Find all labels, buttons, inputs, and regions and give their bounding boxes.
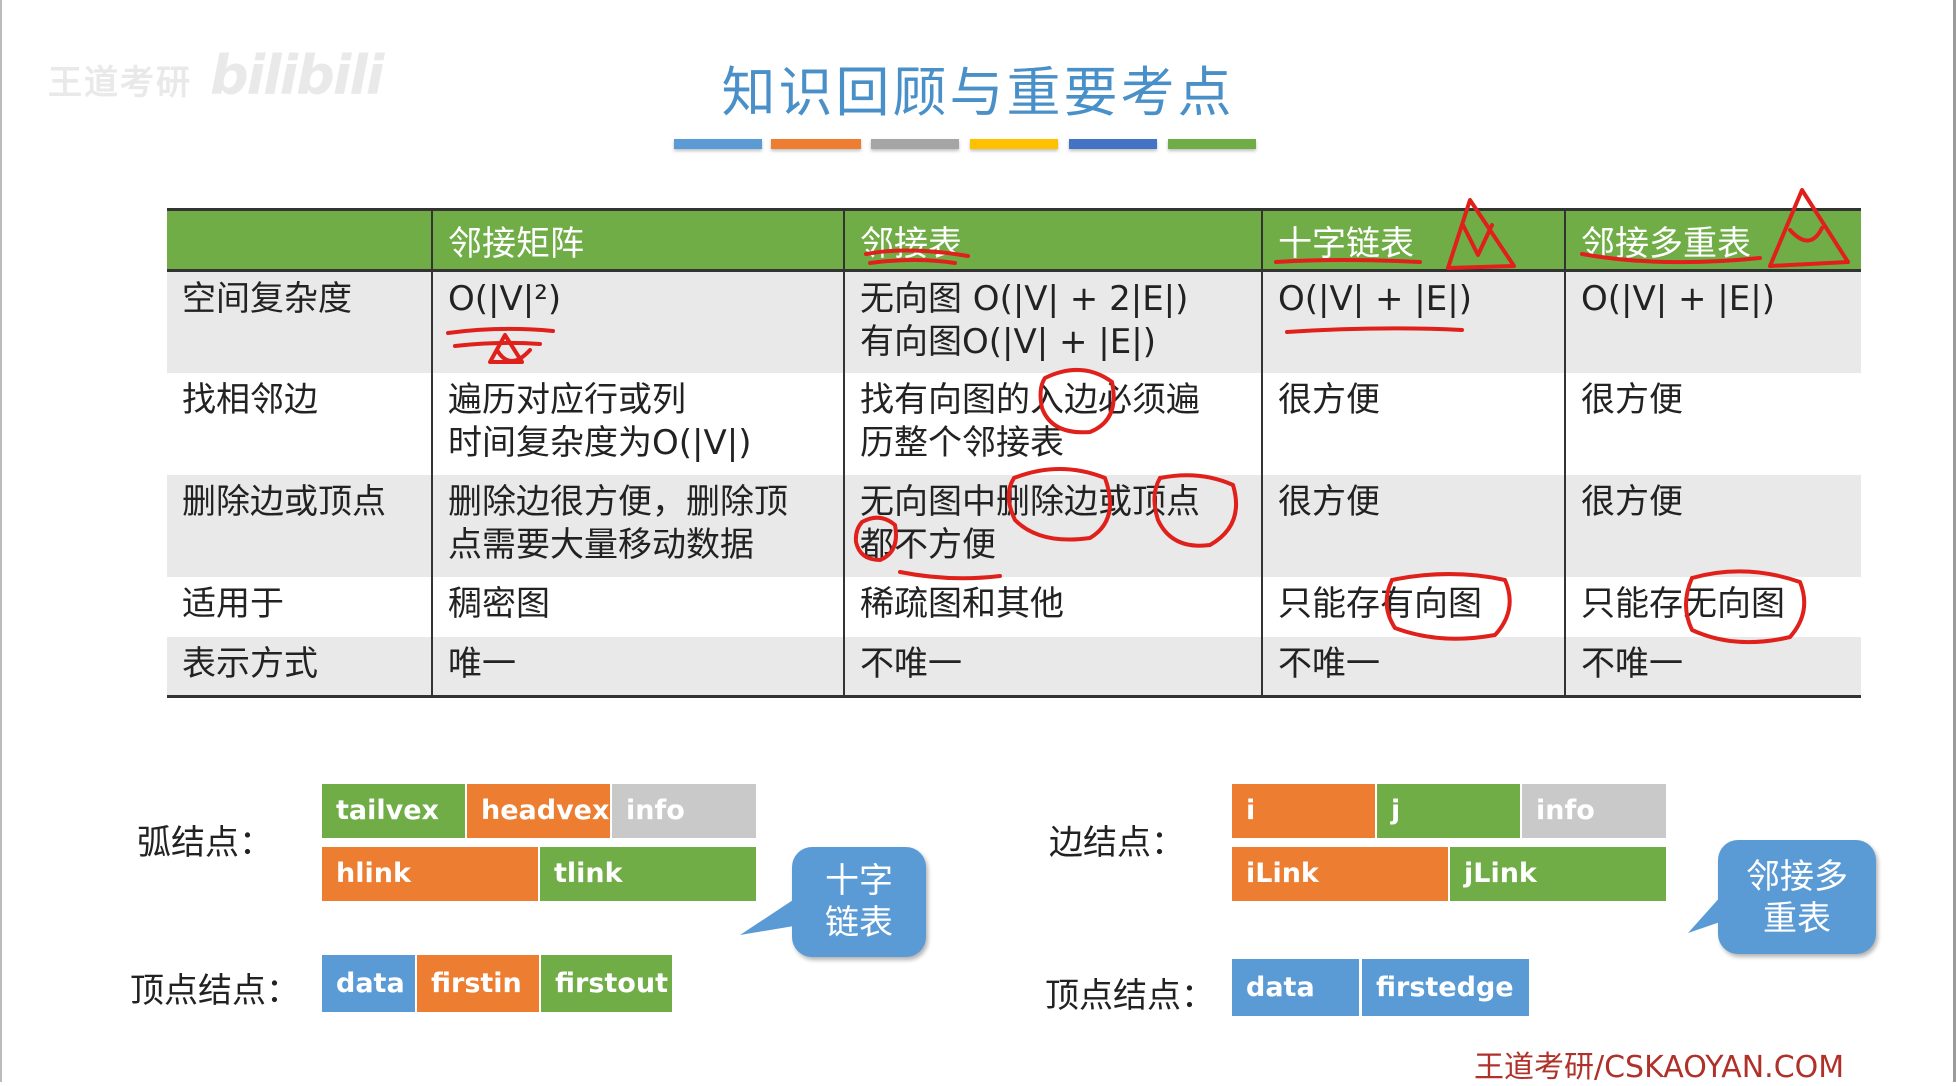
cell-text: 很方便 [1581, 481, 1683, 522]
cell-text: 很方便 [1278, 481, 1380, 522]
cell-text: O(|V|²) [448, 279, 562, 319]
cell-text: O(|V| + |E|) [1278, 279, 1472, 319]
cell-text: 稀疏图和其他 [860, 583, 1064, 624]
field-data: data [1232, 959, 1359, 1016]
table-cell: 不唯一 [843, 636, 1262, 698]
table-cell: 删除边很方便，删除顶 点需要大量移动数据 [431, 474, 844, 577]
header-orthogonal-list: 十字链表 [1261, 208, 1565, 272]
cell-text: 历整个邻接表 [860, 422, 1064, 463]
table-cell: 很方便 [1564, 474, 1861, 577]
cell-text: 稠密图 [448, 583, 550, 624]
table-cell: 无向图 O(|V| + 2|E|) 有向图O(|V| + |E|) [843, 270, 1262, 373]
color-bar-segment [970, 139, 1058, 149]
slide: 王道考研 bilibili 知识回顾与重要考点 邻接矩阵 邻接表 十字链表 邻接多… [0, 0, 1956, 1085]
table-row-find-adjacent-edges: 找相邻边 遍历对应行或列 时间复杂度为O(|V|) 找有向图的入边必须遍 历整个邻接… [167, 372, 1861, 475]
callout-line: 链表 [825, 903, 893, 943]
table-cell: 无向图中删除边或顶点 都不方便 [843, 474, 1262, 577]
table-cell: 找有向图的入边必须遍 历整个邻接表 [843, 372, 1262, 475]
comparison-table: 邻接矩阵 邻接表 十字链表 邻接多重表 空间复杂度 O(|V|²) 无向图 O(… [167, 208, 1861, 698]
cell-text: 无向图 O(|V| + 2|E|) [860, 279, 1189, 319]
callout-cross-list: 十字 链表 [792, 847, 926, 957]
field-jlink: jLink [1450, 847, 1666, 901]
table-cell: O(|V|²) [431, 270, 844, 373]
callout-line: 邻接多 [1746, 857, 1848, 897]
vertex-node-label: 顶点结点： [1045, 976, 1215, 1016]
field-info: info [1522, 784, 1666, 838]
table-cell: 很方便 [1261, 372, 1565, 475]
callout-line: 重表 [1763, 899, 1831, 939]
field-data: data [322, 955, 415, 1012]
row-label: 删除边或顶点 [167, 474, 432, 577]
color-bar-segment [674, 139, 762, 149]
header-adjacency-matrix: 邻接矩阵 [431, 208, 844, 272]
color-bar-segment [1069, 139, 1157, 149]
cell-text: 找有向图的入边必须遍 [860, 379, 1200, 420]
field-headvex: headvex [467, 784, 610, 838]
table-cell: 只能存无向图 [1564, 576, 1861, 637]
field-ilink: iLink [1232, 847, 1448, 901]
row-label: 空间复杂度 [167, 270, 432, 373]
header-adjacency-multilist: 邻接多重表 [1564, 208, 1861, 272]
row-label: 表示方式 [167, 636, 432, 698]
cell-text: 删除边很方便，删除顶 [448, 481, 788, 522]
field-i: i [1232, 784, 1375, 838]
cell-text: O(|V| + |E|) [1581, 279, 1775, 319]
cell-text: 很方便 [1581, 379, 1683, 420]
field-firstedge: firstedge [1362, 959, 1529, 1016]
arc-node-label: 弧结点： [137, 823, 273, 863]
row-label: 找相邻边 [182, 379, 318, 420]
header-cell-blank [167, 208, 432, 272]
field-tlink: tlink [540, 847, 756, 901]
edge-node-label: 边结点： [1049, 823, 1185, 863]
page-title: 知识回顾与重要考点 [721, 61, 1235, 124]
field-tailvex: tailvex [322, 784, 465, 838]
cell-text: 不唯一 [1278, 643, 1380, 684]
table-row-suitable-for: 适用于 稠密图 稀疏图和其他 只能存有向图 只能存无向图 [167, 576, 1861, 637]
table-cell: 稀疏图和其他 [843, 576, 1262, 637]
color-bar-segment [1168, 139, 1256, 149]
color-bar-segment [771, 139, 861, 149]
cell-text: 无向图中删除边或顶点 [860, 481, 1200, 522]
table-row-delete-edge-vertex: 删除边或顶点 删除边很方便，删除顶 点需要大量移动数据 无向图中删除边或顶点 都不方… [167, 474, 1861, 577]
field-firstin: firstin [417, 955, 539, 1012]
field-info: info [612, 784, 756, 838]
vertex-node-label: 顶点结点： [130, 971, 300, 1011]
table-cell: 不唯一 [1261, 636, 1565, 698]
color-bar-segment [871, 139, 959, 149]
cell-text: 只能存有向图 [1278, 583, 1482, 624]
field-j: j [1377, 784, 1520, 838]
cell-text: 不唯一 [1581, 643, 1683, 684]
table-cell: 只能存有向图 [1261, 576, 1565, 637]
callout-tail-cross-list [740, 898, 800, 935]
field-firstout: firstout [541, 955, 672, 1012]
table-cell: 很方便 [1564, 372, 1861, 475]
cell-text: 点需要大量移动数据 [448, 524, 754, 565]
field-hlink: hlink [322, 847, 538, 901]
table-cell: O(|V| + |E|) [1564, 270, 1861, 373]
cell-text: 唯一 [448, 643, 516, 684]
callout-line: 十字 [825, 861, 893, 901]
table-cell: 很方便 [1261, 474, 1565, 577]
table-row-space-complexity: 空间复杂度 O(|V|²) 无向图 O(|V| + 2|E|) 有向图O(|V| … [167, 270, 1861, 373]
table-cell: 遍历对应行或列 时间复杂度为O(|V|) [431, 372, 844, 475]
table-cell: O(|V| + |E|) [1261, 270, 1565, 373]
table-row-representation: 表示方式 唯一 不唯一 不唯一 不唯一 [167, 636, 1861, 698]
table-cell: 唯一 [431, 636, 844, 698]
cell-text: 不唯一 [860, 643, 962, 684]
cell-text: 遍历对应行或列 [448, 379, 686, 420]
cell-text: 都不方便 [860, 524, 996, 565]
cell-text: 时间复杂度为O(|V|) [448, 422, 752, 463]
table-cell: 不唯一 [1564, 636, 1861, 698]
cell-text: 有向图O(|V| + |E|) [860, 322, 1156, 362]
table-cell: 稠密图 [431, 576, 844, 637]
footer-brand: 王道考研/CSKAOYAN.COM [1474, 1050, 1845, 1085]
callout-multi-list: 邻接多 重表 [1718, 840, 1876, 954]
header-adjacency-list: 邻接表 [843, 208, 1262, 272]
cell-text: 只能存无向图 [1581, 583, 1785, 624]
cell-text: 很方便 [1278, 379, 1380, 420]
table-header-row: 邻接矩阵 邻接表 十字链表 邻接多重表 [167, 208, 1861, 272]
row-label: 适用于 [182, 583, 284, 624]
